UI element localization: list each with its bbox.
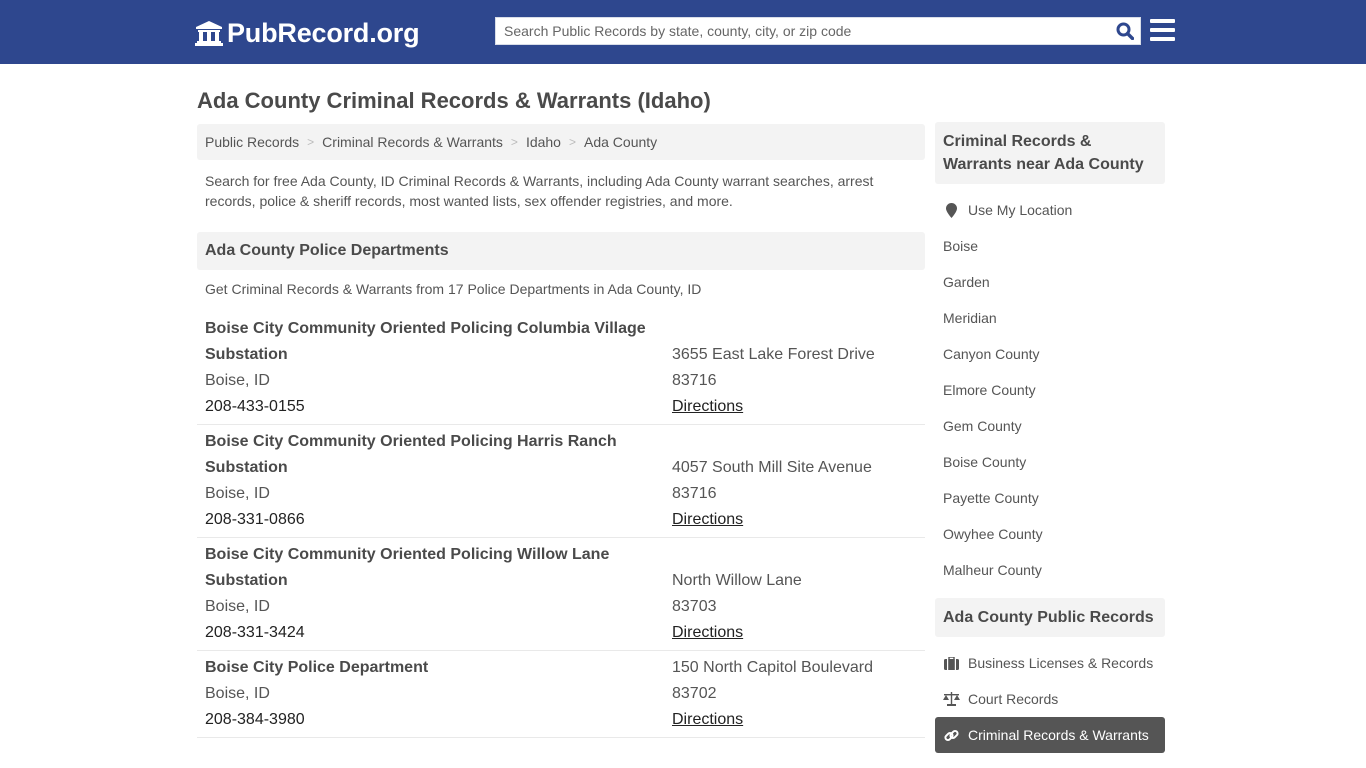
public-records-list: Business Licenses & Records Court Record… (935, 637, 1165, 753)
nearby-link-canyon-county[interactable]: Canyon County (935, 336, 1165, 372)
record-phone[interactable]: 208-331-3424 (205, 624, 672, 642)
courthouse-icon (195, 20, 223, 46)
link-icon (943, 728, 960, 743)
nearby-link-elmore-county[interactable]: Elmore County (935, 372, 1165, 408)
court-records-label: Court Records (968, 691, 1059, 707)
criminal-records-link[interactable]: Criminal Records & Warrants (935, 717, 1165, 753)
directions-link[interactable]: Directions (672, 511, 743, 528)
criminal-records-label: Criminal Records & Warrants (968, 727, 1149, 743)
use-my-location-link[interactable]: Use My Location (935, 192, 1165, 228)
logo-text: PubRecord.org (227, 17, 420, 48)
nearby-link-meridian[interactable]: Meridian (935, 300, 1165, 336)
nearby-link-malheur-county[interactable]: Malheur County (935, 552, 1165, 588)
record-address: 3655 East Lake Forest Drive (672, 346, 875, 363)
record-zip: 83703 (672, 598, 717, 615)
briefcase-icon (943, 656, 960, 670)
record-city: Boise, ID (205, 485, 270, 502)
menu-bar (1150, 37, 1175, 41)
breadcrumb-criminal-records[interactable]: Criminal Records & Warrants (322, 134, 503, 150)
nearby-link-boise[interactable]: Boise (935, 228, 1165, 264)
record-name: Boise City Community Oriented Policing H… (205, 433, 617, 450)
business-licenses-link[interactable]: Business Licenses & Records (935, 645, 1165, 681)
list-item: Boise City Police Department 150 North C… (197, 651, 925, 738)
record-name-continued: Substation (205, 459, 288, 476)
menu-bar (1150, 28, 1175, 32)
nearby-link-boise-county[interactable]: Boise County (935, 444, 1165, 480)
breadcrumb-idaho[interactable]: Idaho (526, 134, 561, 150)
business-licenses-label: Business Licenses & Records (968, 655, 1154, 671)
public-records-heading: Ada County Public Records (935, 598, 1165, 637)
record-phone[interactable]: 208-384-3980 (205, 711, 672, 729)
record-city: Boise, ID (205, 685, 270, 702)
breadcrumb-separator: > (510, 135, 518, 149)
record-zip: 83702 (672, 685, 717, 702)
record-name-continued: Substation (205, 572, 288, 589)
record-zip: 83716 (672, 372, 717, 389)
breadcrumb: Public Records > Criminal Records & Warr… (197, 124, 925, 160)
top-navbar: PubRecord.org (0, 0, 1366, 64)
record-name-continued: Substation (205, 346, 288, 363)
use-my-location-label: Use My Location (968, 202, 1073, 218)
sidebar: Criminal Records & Warrants near Ada Cou… (935, 122, 1165, 753)
directions-link[interactable]: Directions (672, 398, 743, 415)
record-address: 150 North Capitol Boulevard (672, 659, 874, 676)
police-department-list: Boise City Community Oriented Policing C… (197, 312, 925, 738)
hamburger-menu-icon[interactable] (1150, 19, 1175, 41)
nearby-link-gem-county[interactable]: Gem County (935, 408, 1165, 444)
search-button[interactable] (1110, 18, 1140, 44)
nearby-list: Use My Location Boise Garden Meridian Ca… (935, 184, 1165, 588)
section-subtitle: Get Criminal Records & Warrants from 17 … (205, 281, 702, 297)
record-name: Boise City Community Oriented Policing W… (205, 546, 610, 563)
search-input[interactable] (496, 18, 1110, 44)
directions-link[interactable]: Directions (672, 711, 743, 728)
record-name: Boise City Community Oriented Policing C… (205, 320, 646, 337)
breadcrumb-public-records[interactable]: Public Records (205, 134, 299, 150)
record-phone[interactable]: 208-331-0866 (205, 511, 672, 529)
section-heading: Ada County Police Departments (197, 232, 925, 270)
record-zip: 83716 (672, 485, 717, 502)
nearby-link-payette-county[interactable]: Payette County (935, 480, 1165, 516)
breadcrumb-separator: > (307, 135, 315, 149)
record-name: Boise City Police Department (205, 659, 429, 676)
balance-scale-icon (943, 692, 960, 706)
nearby-link-garden[interactable]: Garden (935, 264, 1165, 300)
breadcrumb-ada-county[interactable]: Ada County (584, 134, 657, 150)
list-item: Boise City Community Oriented Policing W… (197, 538, 925, 651)
list-item: Boise City Community Oriented Policing C… (197, 312, 925, 425)
record-address: North Willow Lane (672, 572, 802, 589)
menu-bar (1150, 19, 1175, 23)
breadcrumb-separator: > (568, 135, 576, 149)
intro-text: Search for free Ada County, ID Criminal … (205, 173, 874, 209)
site-logo[interactable]: PubRecord.org (195, 16, 420, 50)
map-marker-icon (943, 202, 960, 218)
search-icon (1116, 22, 1134, 40)
search-bar (495, 17, 1141, 45)
page-title: Ada County Criminal Records & Warrants (… (197, 88, 711, 113)
list-item: Boise City Community Oriented Policing H… (197, 425, 925, 538)
record-phone[interactable]: 208-433-0155 (205, 398, 672, 416)
nearby-heading: Criminal Records & Warrants near Ada Cou… (935, 122, 1165, 184)
nearby-link-owyhee-county[interactable]: Owyhee County (935, 516, 1165, 552)
record-city: Boise, ID (205, 372, 270, 389)
record-city: Boise, ID (205, 598, 270, 615)
record-address: 4057 South Mill Site Avenue (672, 459, 872, 476)
directions-link[interactable]: Directions (672, 624, 743, 641)
court-records-link[interactable]: Court Records (935, 681, 1165, 717)
